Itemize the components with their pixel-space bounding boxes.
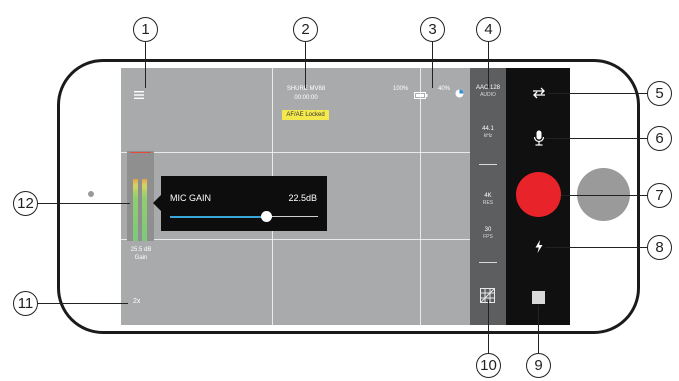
callout-leader: [561, 195, 647, 196]
audio-level-meter: [127, 151, 154, 241]
mic-gain-slider-knob[interactable]: [260, 211, 272, 222]
callout-9: 9: [526, 353, 551, 378]
callout-2: 2: [293, 17, 318, 42]
grid-line: [420, 68, 421, 325]
sample-rate-unit: kHz: [483, 133, 493, 139]
front-sensor-dot: [88, 191, 94, 197]
callout-leader: [145, 42, 146, 88]
gain-label: Gain: [134, 255, 148, 261]
callout-7: 7: [647, 183, 672, 208]
popup-arrow: [153, 195, 161, 211]
storage-icon: [455, 85, 464, 103]
peak-indicator: [130, 152, 151, 153]
divider: [479, 262, 497, 263]
audio-label: AUDIO: [480, 92, 496, 98]
mic-gain-label: MIC GAIN: [170, 193, 212, 203]
callout-leader: [488, 300, 489, 355]
record-button[interactable]: [516, 172, 561, 217]
storage-percent: 40%: [438, 86, 451, 92]
callout-6: 6: [647, 126, 672, 151]
grid-line: [121, 239, 470, 240]
af-ae-lock-badge[interactable]: AF/AE Locked: [282, 110, 329, 120]
callout-8: 8: [647, 235, 672, 260]
microphone-icon[interactable]: [533, 130, 545, 152]
callout-leader: [305, 42, 306, 88]
resolution-label: RES: [482, 200, 494, 206]
flash-icon[interactable]: [535, 240, 543, 258]
gain-value: 25.5 dB: [130, 247, 152, 253]
callout-11: 11: [13, 291, 38, 316]
device-name: SHURE MV88: [286, 86, 326, 92]
mic-gain-value: 22.5dB: [288, 193, 317, 203]
menu-icon[interactable]: [134, 86, 144, 99]
stop-icon[interactable]: [532, 291, 545, 304]
callout-1: 1: [133, 17, 158, 42]
zoom-level[interactable]: 2x: [133, 298, 140, 305]
callout-10: 10: [476, 353, 501, 378]
callout-leader: [538, 305, 539, 355]
grid-line: [121, 152, 470, 153]
meter-bar-left: [133, 179, 138, 241]
callout-12: 12: [13, 191, 38, 216]
frame-rate[interactable]: 30: [470, 227, 506, 234]
frame-rate-label: FPS: [483, 234, 493, 240]
divider: [479, 164, 497, 165]
callout-5: 5: [647, 81, 672, 106]
callout-leader: [38, 203, 130, 204]
settings-panel: AAC 128 AUDIO 44.1 kHz 4K RES 30 FPS: [470, 68, 506, 325]
callout-leader: [548, 93, 647, 94]
battery-icon: [414, 86, 428, 104]
record-timer: 00:00:00: [294, 95, 318, 101]
meter-bar-right: [142, 179, 147, 241]
mic-gain-popup: [161, 176, 327, 231]
switch-camera-icon[interactable]: [531, 86, 547, 105]
callout-leader: [545, 247, 647, 248]
callout-leader: [488, 42, 489, 88]
sample-rate[interactable]: 44.1: [470, 126, 506, 133]
callout-leader: [432, 42, 433, 88]
callout-leader: [545, 138, 647, 139]
callout-3: 3: [420, 17, 445, 42]
mic-gain-slider-fill: [170, 215, 267, 218]
resolution[interactable]: 4K: [470, 193, 506, 200]
callout-4: 4: [476, 17, 501, 42]
callout-leader: [38, 303, 128, 304]
battery-percent: 100%: [393, 86, 409, 92]
